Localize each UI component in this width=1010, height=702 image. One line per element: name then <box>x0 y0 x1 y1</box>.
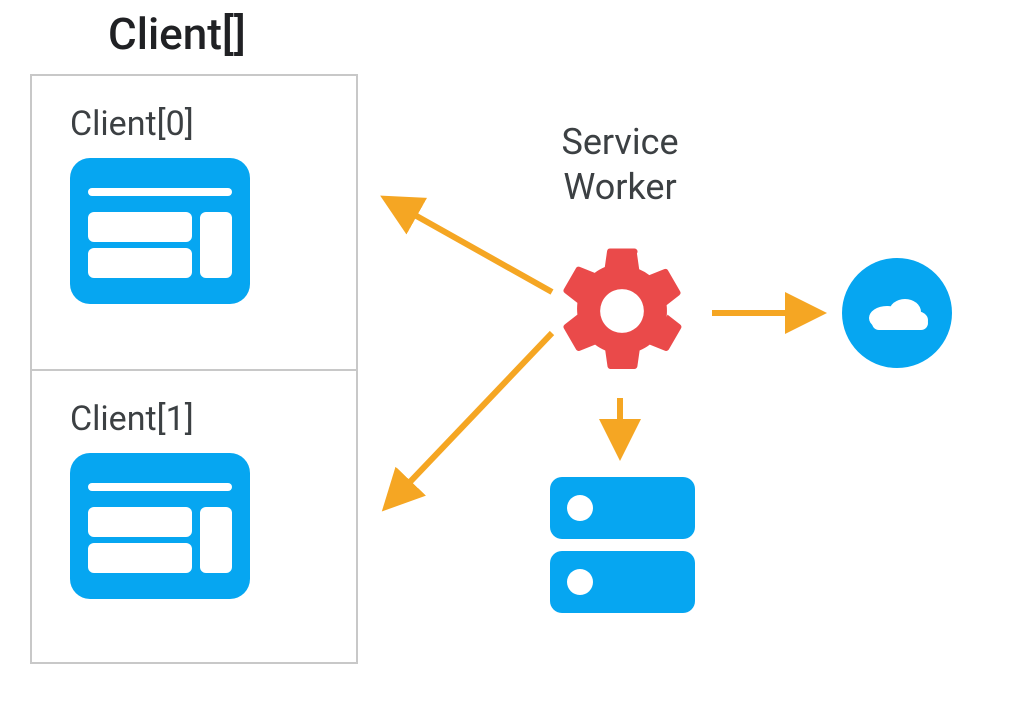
arrows-layer <box>0 0 1010 702</box>
arrow-to-client-1 <box>388 333 552 505</box>
arrow-to-client-0 <box>388 200 552 292</box>
